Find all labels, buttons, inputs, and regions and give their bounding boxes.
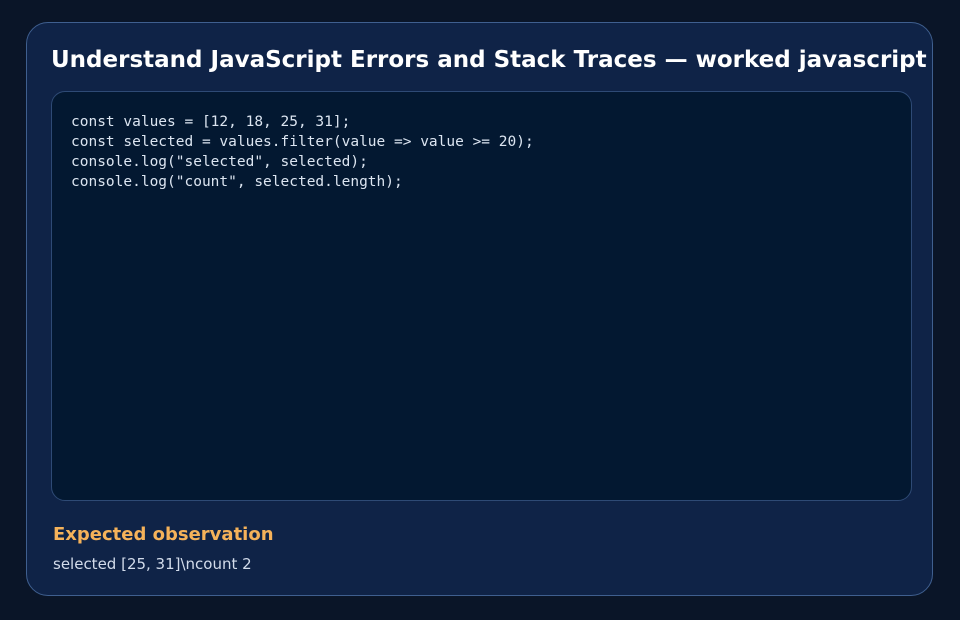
code-line: const selected = values.filter(value => … [71,134,534,150]
expected-observation-text: selected [25, 31]\ncount 2 [53,555,252,573]
code-line: console.log("selected", selected); [71,154,368,170]
code-line: console.log("count", selected.length); [71,174,403,190]
code-block[interactable]: const values = [12, 18, 25, 31]; const s… [51,91,912,501]
lesson-card: Understand JavaScript Errors and Stack T… [26,22,933,596]
code-line: const values = [12, 18, 25, 31]; [71,114,351,130]
expected-observation-label: Expected observation [53,524,274,545]
card-title: Understand JavaScript Errors and Stack T… [51,47,927,73]
